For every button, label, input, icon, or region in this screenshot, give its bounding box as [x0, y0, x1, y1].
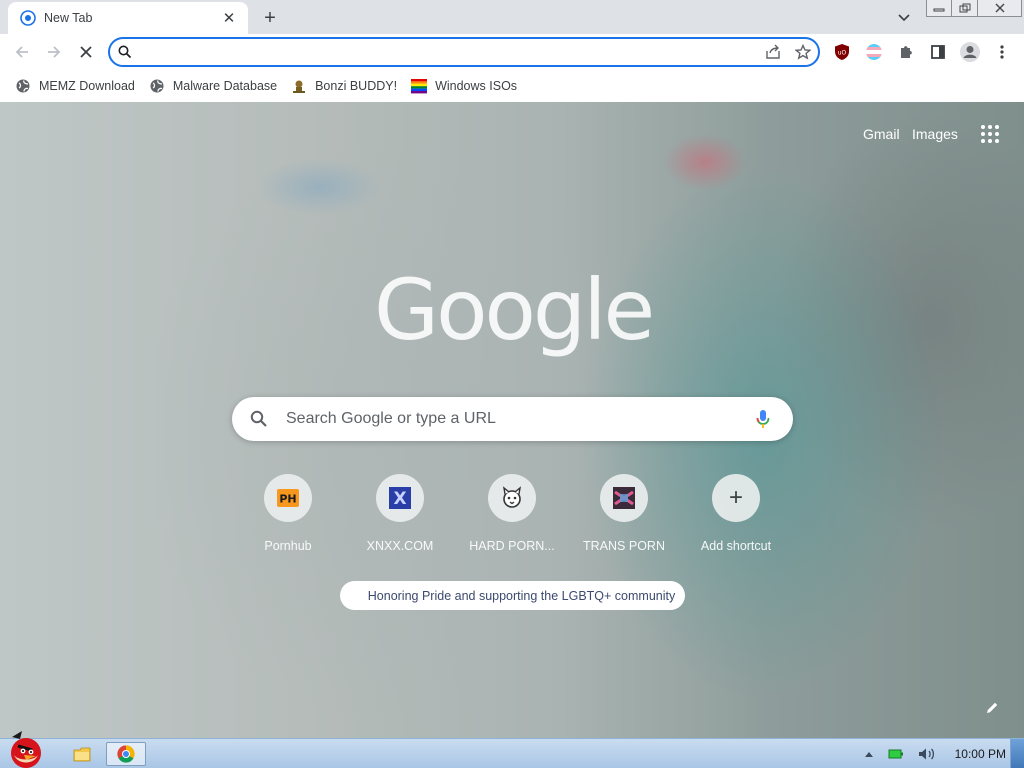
- shortcut-hard-porn[interactable]: HARD PORN...: [456, 474, 568, 564]
- taskbar: 10:00 PM: [0, 731, 1024, 768]
- angry-bird-start-icon: [11, 731, 41, 768]
- shortcut-trans-porn[interactable]: TRANS PORN: [568, 474, 680, 564]
- forward-button[interactable]: [41, 39, 67, 65]
- chrome-icon: [117, 745, 135, 763]
- search-placeholder: Search Google or type a URL: [286, 410, 496, 427]
- address-bar[interactable]: [108, 37, 820, 67]
- bonzi-icon: [291, 78, 307, 94]
- stop-button[interactable]: [73, 39, 99, 65]
- svg-text:uO: uO: [838, 50, 847, 57]
- back-arrow-icon: [15, 46, 28, 58]
- bookmark-star-icon[interactable]: [788, 44, 818, 60]
- pride-doodle-chip[interactable]: Honoring Pride and supporting the LGBTQ+…: [340, 581, 685, 610]
- ntp-search-box[interactable]: Search Google or type a URL: [232, 397, 793, 441]
- volume-icon[interactable]: [918, 747, 936, 761]
- ublock-extension-icon[interactable]: uO: [829, 39, 855, 65]
- taskbar-clock[interactable]: 10:00 PM: [955, 747, 1006, 761]
- plus-icon: +: [728, 484, 743, 511]
- restore-button[interactable]: [952, 0, 978, 17]
- taskbar-chrome-button[interactable]: [106, 742, 146, 766]
- back-button[interactable]: [9, 39, 35, 65]
- shortcuts-grid: PH Pornhub X XNXX.COM HARD PORN... TRANS…: [232, 474, 792, 564]
- tab-strip: New Tab ✕ +: [0, 0, 1024, 34]
- rainbow-flag-icon: [411, 78, 428, 94]
- menu-kebab-icon[interactable]: [989, 39, 1015, 65]
- svg-text:X: X: [393, 489, 406, 509]
- share-icon[interactable]: [758, 44, 788, 60]
- battery-icon[interactable]: [888, 748, 904, 760]
- chrome-newtab-icon: [20, 10, 36, 26]
- google-logo: Google: [374, 261, 655, 359]
- bookmark-bonzi-buddy[interactable]: Bonzi BUDDY!: [286, 72, 404, 100]
- start-button[interactable]: [2, 731, 48, 768]
- stop-icon: [80, 46, 92, 58]
- profile-avatar-icon[interactable]: [957, 39, 983, 65]
- search-icon: [110, 45, 140, 59]
- google-apps-icon[interactable]: [978, 122, 1002, 146]
- window-controls: [926, 0, 1022, 18]
- tab-title: New Tab: [44, 11, 93, 25]
- shortcut-add[interactable]: + Add shortcut: [680, 474, 792, 564]
- voice-search-mic-icon[interactable]: [733, 409, 793, 429]
- address-input[interactable]: [140, 41, 758, 63]
- bookmark-memz-download[interactable]: MEMZ Download: [10, 72, 142, 100]
- toolbar: uO: [0, 34, 1024, 70]
- pornhub-icon: PH: [277, 489, 299, 507]
- extensions-puzzle-icon[interactable]: [893, 39, 919, 65]
- bookmark-windows-isos[interactable]: Windows ISOs: [406, 72, 524, 100]
- globe-icon: [149, 78, 165, 94]
- close-window-button[interactable]: [978, 0, 1022, 17]
- taskbar-explorer-button[interactable]: [62, 742, 102, 766]
- show-desktop-button[interactable]: [1010, 739, 1024, 768]
- close-tab-icon[interactable]: ✕: [220, 9, 238, 27]
- svg-text:PH: PH: [279, 493, 296, 506]
- globe-icon: [15, 78, 31, 94]
- xnxx-icon: X: [389, 487, 411, 509]
- gmail-link[interactable]: Gmail: [863, 126, 900, 142]
- tab-new-tab[interactable]: New Tab ✕: [8, 2, 248, 34]
- system-tray: 10:00 PM: [857, 739, 1006, 768]
- trans-flag-extension-icon[interactable]: [861, 39, 887, 65]
- minimize-button[interactable]: [926, 0, 952, 17]
- bookmarks-bar: MEMZ Download Malware Database Bonzi BUD…: [0, 70, 1024, 102]
- shortcut-pornhub[interactable]: PH Pornhub: [232, 474, 344, 564]
- forward-arrow-icon: [48, 46, 61, 58]
- customize-pencil-icon[interactable]: [980, 696, 1004, 720]
- images-link[interactable]: Images: [912, 126, 958, 142]
- hard-porn-icon: [503, 486, 521, 508]
- new-tab-button[interactable]: +: [258, 6, 282, 30]
- tab-search-icon[interactable]: [892, 6, 916, 30]
- new-tab-page: Gmail Images Google Search Google or typ…: [0, 102, 1024, 738]
- tray-chevron-up-icon[interactable]: [864, 750, 874, 758]
- search-icon: [232, 410, 286, 428]
- trans-porn-icon: [613, 487, 635, 509]
- bookmark-malware-database[interactable]: Malware Database: [144, 72, 284, 100]
- shortcut-xnxx[interactable]: X XNXX.COM: [344, 474, 456, 564]
- side-panel-icon[interactable]: [925, 39, 951, 65]
- folder-icon: [73, 747, 91, 762]
